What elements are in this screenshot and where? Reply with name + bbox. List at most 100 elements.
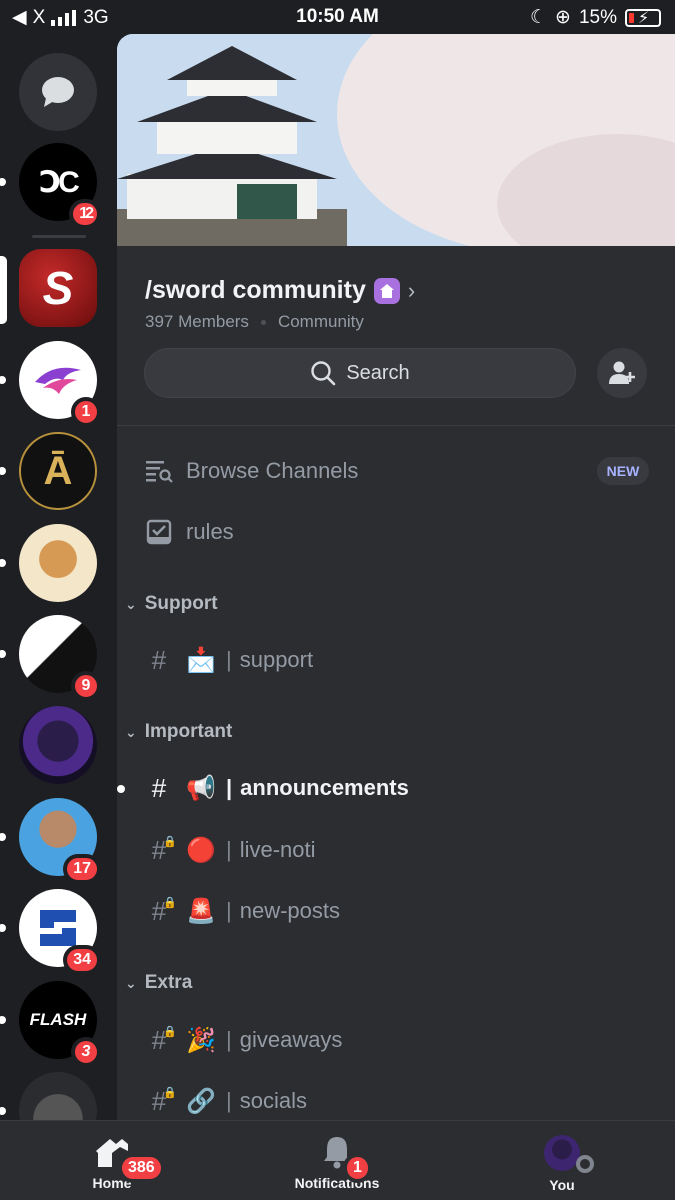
category-extra[interactable]: ⌄ Extra xyxy=(125,969,192,997)
channel-support[interactable]: # 📩 | support xyxy=(145,640,313,680)
server-avatar[interactable]: 17 xyxy=(19,798,101,884)
server-s-logo[interactable]: 34 xyxy=(19,889,101,975)
divider xyxy=(117,425,675,426)
rotation-lock-icon: ⊕ xyxy=(555,7,571,28)
community-badge-icon xyxy=(373,277,400,304)
separator-bar: | xyxy=(226,775,233,800)
channel-emoji: 📢 xyxy=(186,774,216,802)
channel-name: giveaways xyxy=(239,1027,343,1052)
channel-name: rules xyxy=(186,519,234,544)
server-sword[interactable]: S xyxy=(19,249,97,327)
channel-panel: /sword community › 397 Members Community… xyxy=(117,34,675,1120)
bottom-tab-bar: Home 386 Notifications 1 You xyxy=(0,1120,675,1200)
channel-emoji: 🔴 xyxy=(186,836,216,864)
search-label: Search xyxy=(346,361,410,384)
unread-indicator xyxy=(0,467,6,475)
channel-announcements[interactable]: # 📢 | announcements xyxy=(145,768,409,808)
mention-badge: 9 xyxy=(71,671,101,701)
invite-members-button[interactable] xyxy=(597,348,647,398)
mention-badge: 17 xyxy=(63,854,101,884)
eagle-logo-icon xyxy=(35,367,81,394)
notifications-badge: 1 xyxy=(343,1153,372,1183)
category-support[interactable]: ⌄ Support xyxy=(125,590,218,618)
channel-new-posts[interactable]: # 🔒 🚨 | new-posts xyxy=(145,891,340,931)
unread-indicator xyxy=(0,1107,6,1115)
channel-rules[interactable]: rules xyxy=(145,512,234,552)
hash-icon: # xyxy=(151,644,167,675)
mention-badge: 3 xyxy=(71,1037,101,1067)
server-a-crown[interactable]: Ā xyxy=(19,432,97,510)
channel-name: support xyxy=(239,647,314,672)
locked-hash-icon: # 🔒 xyxy=(151,1024,177,1055)
tab-home[interactable]: Home 386 xyxy=(52,1135,172,1191)
server-eagle[interactable]: 1 xyxy=(19,341,101,427)
hash-icon: # xyxy=(151,772,167,803)
crown-a-logo: Ā xyxy=(43,448,73,493)
rail-divider xyxy=(32,235,86,238)
tab-you[interactable]: You xyxy=(502,1135,622,1193)
guild-name: /sword community xyxy=(145,276,366,304)
search-button[interactable]: Search xyxy=(144,348,576,398)
channel-name: new-posts xyxy=(239,898,340,923)
separator-bar: | xyxy=(226,898,232,923)
unread-indicator xyxy=(0,650,6,658)
guild-name-button[interactable]: /sword community › xyxy=(145,276,415,305)
mention-badge: 34 xyxy=(63,945,101,975)
status-offline-icon xyxy=(576,1155,594,1173)
channel-emoji: 🚨 xyxy=(186,897,216,925)
channel-emoji: 🎉 xyxy=(186,1026,216,1054)
channel-emoji: 🔗 xyxy=(186,1087,216,1115)
channel-name: announcements xyxy=(240,775,409,800)
banner-image xyxy=(117,34,675,246)
status-bar: ◀ X 3G 10:50 AM ☾ ⊕ 15% ⚡ xyxy=(0,0,675,34)
separator-bar: | xyxy=(226,1088,232,1113)
unread-indicator xyxy=(0,1016,6,1024)
avatar xyxy=(544,1135,594,1173)
channel-giveaways[interactable]: # 🔒 🎉 | giveaways xyxy=(145,1020,343,1060)
moon-icon: ☾ xyxy=(530,7,548,28)
tab-notifications[interactable]: Notifications 1 xyxy=(277,1135,397,1191)
chevron-down-icon: ⌄ xyxy=(125,974,137,991)
chevron-down-icon: ⌄ xyxy=(125,723,137,740)
locked-hash-icon: # 🔒 xyxy=(151,895,177,926)
server-hooded[interactable] xyxy=(19,706,97,784)
separator-bar: | xyxy=(226,647,232,672)
server-ac-logo: ꓛC xyxy=(39,165,80,199)
separator-bar: | xyxy=(226,1027,232,1052)
channel-socials[interactable]: # 🔒 🔗 | socials xyxy=(145,1081,307,1120)
mention-badge: 1 xyxy=(71,397,101,427)
search-icon xyxy=(311,361,336,386)
separator-bar: | xyxy=(226,837,232,862)
unread-indicator xyxy=(0,178,6,186)
direct-messages-button[interactable] xyxy=(19,53,97,131)
unread-indicator xyxy=(117,785,125,793)
new-badge: NEW xyxy=(597,457,649,485)
rules-icon xyxy=(145,519,173,545)
category-important[interactable]: ⌄ Important xyxy=(125,718,232,746)
chevron-down-icon: ⌄ xyxy=(125,595,137,612)
category-name: Support xyxy=(144,593,218,614)
category-name: Important xyxy=(144,721,233,742)
home-badge: 386 xyxy=(118,1153,165,1183)
channel-live-noti[interactable]: # 🔒 🔴 | live-noti xyxy=(145,830,316,870)
server-rail: ꓛC 12 S 1 Ā 9 17 34 FLASH 3 xyxy=(0,34,117,1120)
server-eevee[interactable] xyxy=(19,524,97,602)
browse-channels-item[interactable]: Browse Channels xyxy=(145,451,358,491)
flash-logo: FLASH xyxy=(29,1010,87,1029)
channel-name: socials xyxy=(239,1088,307,1113)
server-ac[interactable]: ꓛC 12 xyxy=(19,143,101,229)
server-flash[interactable]: FLASH 3 xyxy=(19,981,101,1067)
browse-channels-icon xyxy=(145,458,173,484)
unread-indicator xyxy=(0,559,6,567)
server-art[interactable]: 9 xyxy=(19,615,101,701)
channel-name: live-noti xyxy=(239,837,316,862)
server-banner xyxy=(117,34,675,246)
separator-dot xyxy=(260,319,266,325)
locked-hash-icon: # 🔒 xyxy=(151,1085,177,1116)
channel-emoji: 📩 xyxy=(186,646,216,674)
server-sword-logo: S xyxy=(42,262,74,314)
browse-channels-label: Browse Channels xyxy=(186,458,359,483)
chat-bubble-icon xyxy=(42,77,74,107)
chevron-right-icon: › xyxy=(407,277,416,303)
server-partial[interactable] xyxy=(19,1072,97,1120)
